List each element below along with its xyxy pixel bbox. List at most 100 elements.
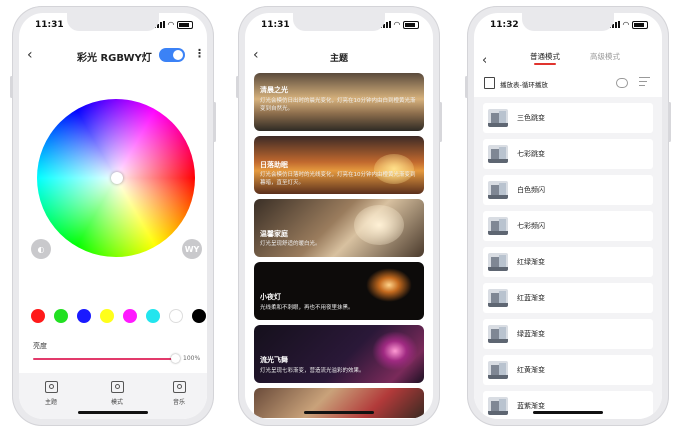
theme-card-sunset[interactable]: 日落助眠 灯光会模仿日落时的光线变化，灯亮在10分钟内由橙黄光渐变到暮暗，直至灯…: [254, 136, 424, 194]
mode-name: 绿蓝渐变: [517, 330, 545, 338]
room-thumbnail-icon: [488, 145, 508, 163]
spark-glow: [366, 268, 412, 302]
more-icon[interactable]: ⋮: [194, 47, 205, 60]
phone-side-button: [236, 76, 239, 98]
page-title: 彩光 RGBWY灯: [77, 53, 152, 64]
mode-icon: [110, 381, 124, 393]
swatch-green[interactable]: [54, 309, 68, 323]
phone-themes: 11:31 ◠ ‹ 主题 清晨之光 灯光会模仿日出时的晨光变化，灯亮在10分钟内…: [236, 6, 442, 426]
header: ‹ 主题: [245, 45, 433, 67]
status-time: 11:32: [490, 20, 519, 30]
theme-list: 清晨之光 灯光会模仿日出时的晨光变化，灯亮在10分钟内由白到橙黄光渐变到自然光。…: [254, 73, 424, 419]
image-icon: [44, 381, 58, 393]
screen: 11:31 ◠ ‹ 彩光 RGBWY灯 ⋮ ◐ WY 亮度 100% 主题 模式…: [19, 13, 207, 419]
status-time: 11:31: [261, 20, 290, 30]
color-swatches: [31, 309, 206, 323]
playlist-icon[interactable]: [484, 77, 495, 89]
mode-name: 七彩频闪: [517, 222, 545, 230]
theme-description: 灯光会模仿日落时的光线变化，灯亮在10分钟内由橙黄光渐变到暮暗，直至灯灭。: [260, 172, 416, 186]
room-thumbnail-icon: [488, 325, 508, 343]
battery-icon: [632, 20, 648, 29]
wy-button[interactable]: WY: [182, 239, 202, 259]
swatch-blue[interactable]: [77, 309, 91, 323]
theme-card-nightlight[interactable]: 小夜灯 光线柔和不刺眼，再也不用夜里抹黑。: [254, 262, 424, 320]
brightness-slider-handle[interactable]: [171, 354, 180, 363]
phone-side-button: [213, 102, 216, 142]
theme-description: 灯光呈现七彩渐变，营造流光溢彩的效果。: [260, 368, 365, 374]
sort-icon[interactable]: [639, 77, 650, 87]
theme-title: 温馨家庭: [260, 230, 288, 238]
white-light-button[interactable]: ◐: [31, 239, 51, 259]
playlist-label[interactable]: 播放表-循环播放: [500, 79, 548, 89]
mode-name: 红绿渐变: [517, 258, 545, 266]
status-time: 11:31: [35, 20, 64, 30]
list-item[interactable]: 绿蓝渐变: [483, 319, 653, 349]
tab-label: 音乐: [172, 399, 185, 406]
list-item[interactable]: 蓝紫渐变: [483, 391, 653, 419]
room-thumbnail-icon: [488, 253, 508, 271]
tab-advanced-mode[interactable]: 高级模式: [590, 51, 620, 62]
phone-side-button: [439, 102, 442, 142]
home-indicator: [533, 411, 603, 414]
room-thumbnail-icon: [488, 217, 508, 235]
notch: [293, 13, 385, 31]
status-icons: ◠: [608, 20, 648, 29]
room-thumbnail-icon: [488, 181, 508, 199]
list-item[interactable]: 白色频闪: [483, 175, 653, 205]
brightness-value: 100%: [183, 355, 201, 362]
wifi-icon: ◠: [167, 20, 174, 29]
mode-tabs: 普通模式 高级模式: [474, 51, 662, 67]
brightness-slider-track[interactable]: [33, 358, 173, 360]
tab-music[interactable]: 音乐: [159, 381, 199, 406]
list-item[interactable]: 红黄渐变: [483, 355, 653, 385]
list-item[interactable]: 七彩跳变: [483, 139, 653, 169]
loop-icon[interactable]: [616, 78, 628, 88]
list-item[interactable]: 红蓝渐变: [483, 283, 653, 313]
mode-list: 三色跳变 七彩跳变 白色频闪 七彩频闪 红绿渐变 红蓝渐变 绿蓝渐变 红黄渐变 …: [483, 103, 653, 419]
plasma-glow: [372, 331, 418, 371]
screen: 11:31 ◠ ‹ 主题 清晨之光 灯光会模仿日出时的晨光变化，灯亮在10分钟内…: [245, 13, 433, 419]
tab-label: 主题: [44, 399, 57, 406]
list-item[interactable]: 七彩频闪: [483, 211, 653, 241]
room-thumbnail-icon: [488, 397, 508, 415]
mode-name: 红蓝渐变: [517, 294, 545, 302]
status-icons: ◠: [153, 20, 193, 29]
tab-label: 模式: [110, 399, 123, 406]
theme-card-flowing-light[interactable]: 流光飞舞 灯光呈现七彩渐变，营造流光溢彩的效果。: [254, 325, 424, 383]
warm-glow: [354, 205, 404, 245]
back-icon[interactable]: ‹: [27, 47, 33, 63]
swatch-cyan[interactable]: [146, 309, 160, 323]
active-tab-indicator: [534, 63, 556, 65]
color-picker-knob[interactable]: [111, 172, 123, 184]
battery-icon: [403, 20, 419, 29]
list-item[interactable]: 三色跳变: [483, 103, 653, 133]
theme-title: 日落助眠: [260, 161, 288, 169]
notch: [522, 13, 614, 31]
tab-normal-mode[interactable]: 普通模式: [530, 51, 560, 62]
status-icons: ◠: [379, 20, 419, 29]
phone-side-button: [668, 102, 671, 142]
power-toggle[interactable]: [159, 48, 185, 62]
mode-name: 七彩跳变: [517, 150, 545, 158]
tab-mode[interactable]: 模式: [97, 381, 137, 406]
theme-title: 小夜灯: [260, 293, 281, 301]
tab-theme[interactable]: 主题: [31, 381, 71, 406]
swatch-yellow[interactable]: [100, 309, 114, 323]
theme-card-morning[interactable]: 清晨之光 灯光会模仿日出时的晨光变化，灯亮在10分钟内由白到橙黄光渐变到自然光。: [254, 73, 424, 131]
swatch-magenta[interactable]: [123, 309, 137, 323]
phone-side-button: [465, 76, 468, 98]
theme-description: 灯光呈现舒适的暖白光。: [260, 241, 321, 247]
screen: 11:32 ◠ ‹ 普通模式 高级模式 播放表-循环播放 三色跳变 七彩跳变 白…: [474, 13, 662, 419]
mode-name: 红黄渐变: [517, 366, 545, 374]
room-thumbnail-icon: [488, 109, 508, 127]
swatch-red[interactable]: [31, 309, 45, 323]
theme-card-family[interactable]: 温馨家庭 灯光呈现舒适的暖白光。: [254, 199, 424, 257]
room-thumbnail-icon: [488, 361, 508, 379]
list-item[interactable]: 红绿渐变: [483, 247, 653, 277]
home-indicator: [304, 411, 374, 414]
music-icon: [172, 381, 186, 393]
page-title: 主题: [329, 54, 348, 64]
notch: [67, 13, 159, 31]
swatch-white[interactable]: [169, 309, 183, 323]
swatch-black[interactable]: [192, 309, 206, 323]
